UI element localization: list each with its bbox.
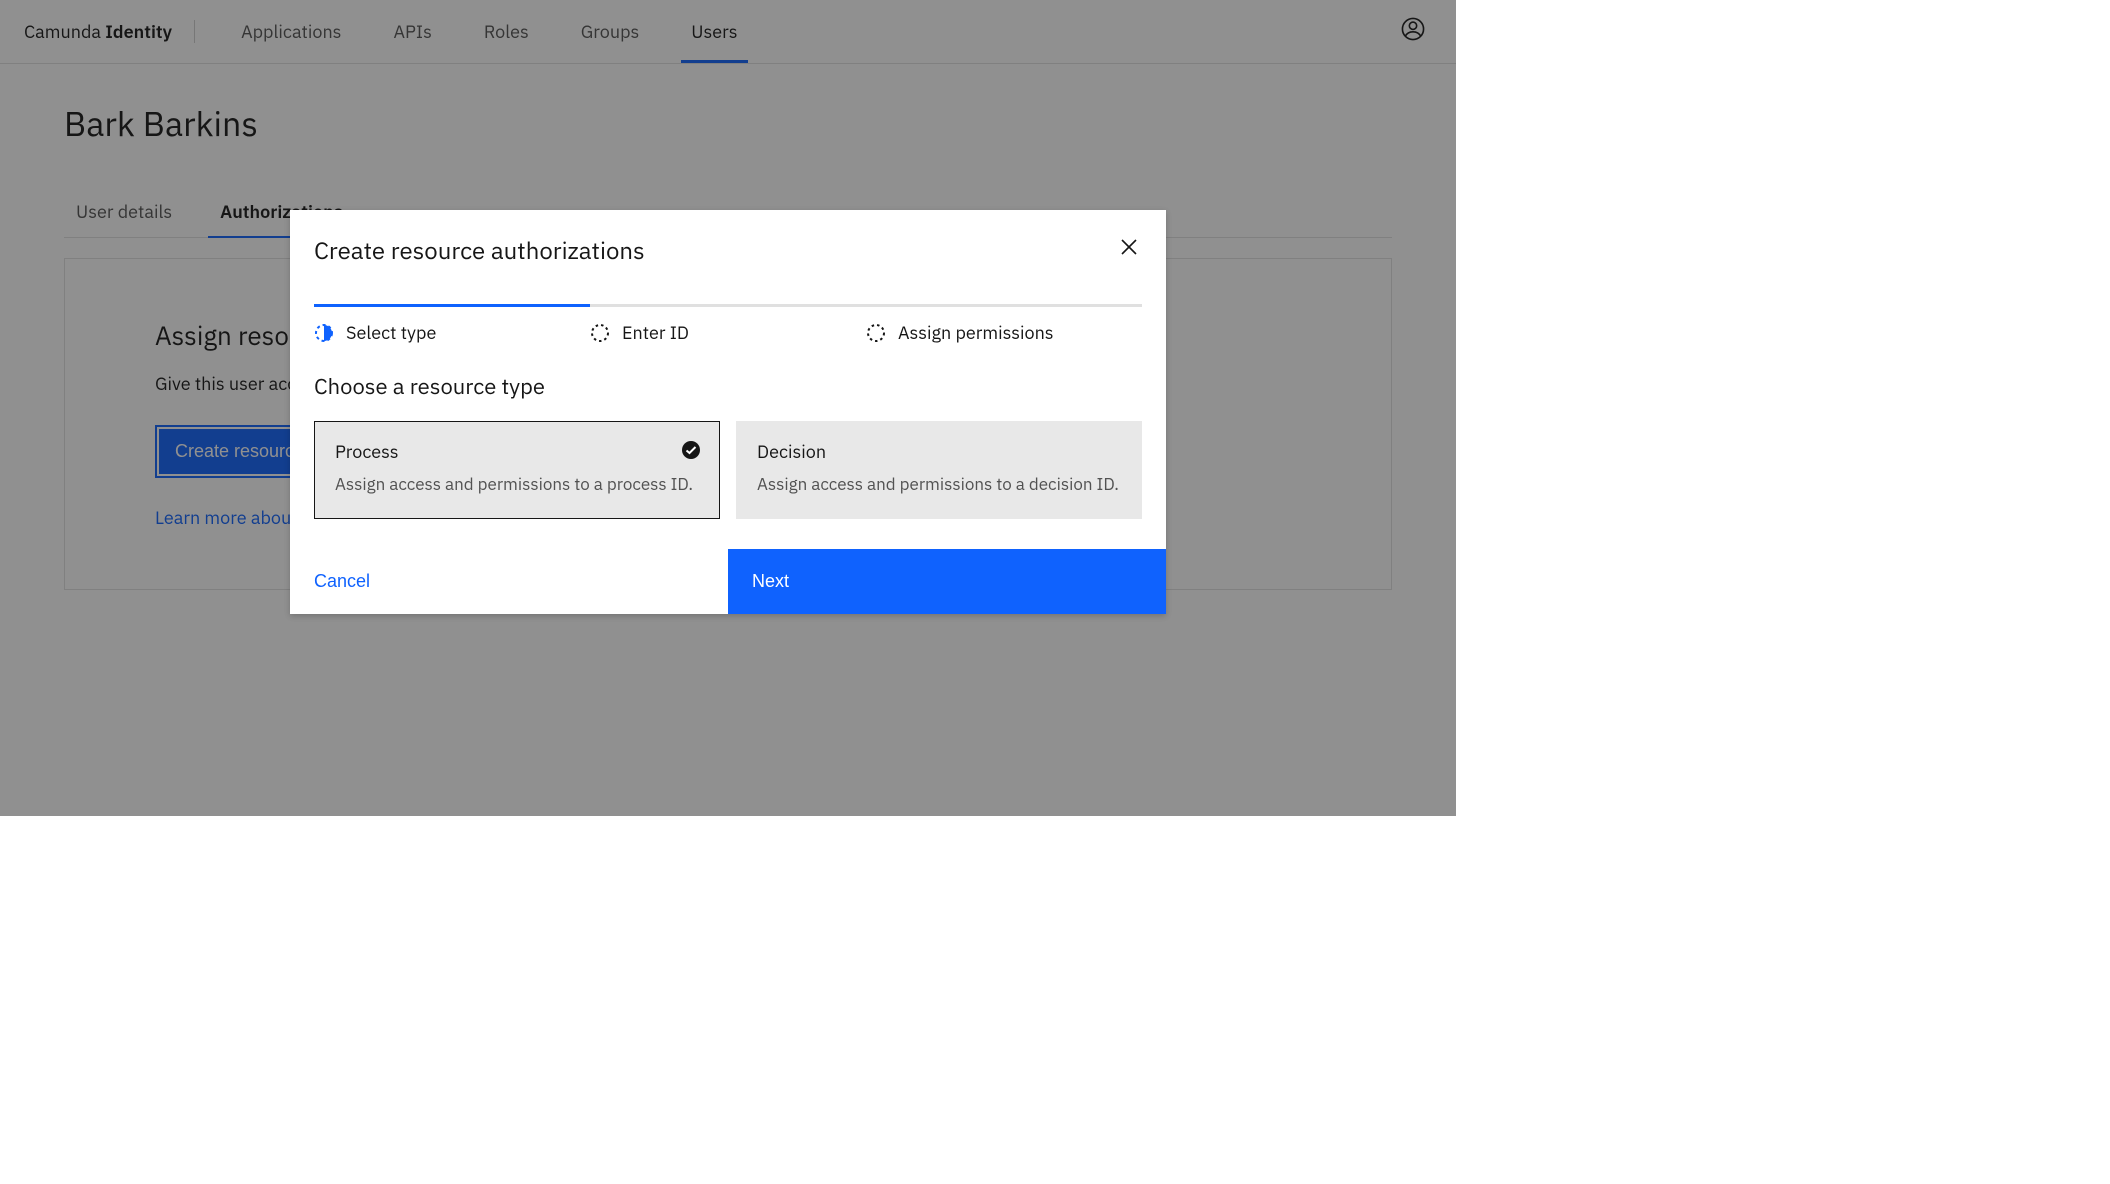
step-assign-permissions: Assign permissions [866,321,1142,344]
modal-title: Create resource authorizations [314,234,1116,266]
modal-subheading: Choose a resource type [314,372,1142,401]
step-label: Assign permissions [898,321,1054,344]
checkmark-icon [681,440,701,465]
tile-title: Process [335,440,699,463]
modal-body: Choose a resource type Process Assign ac… [290,344,1166,549]
tile-decision[interactable]: Decision Assign access and permissions t… [736,421,1142,519]
step-current-icon [314,323,334,343]
create-authorization-modal: Create resource authorizations Select ty… [290,210,1166,614]
cancel-button[interactable]: Cancel [290,549,728,614]
resource-type-tiles: Process Assign access and permissions to… [314,421,1142,519]
tile-process[interactable]: Process Assign access and permissions to… [314,421,720,519]
close-icon[interactable] [1116,234,1142,265]
tile-title: Decision [757,440,1121,463]
tile-description: Assign access and permissions to a decis… [757,473,1121,496]
modal-footer: Cancel Next [290,549,1166,614]
wizard-steps: Select type Enter ID Assign permissions [290,307,1166,344]
step-select-type: Select type [314,321,590,344]
modal-header: Create resource authorizations [290,210,1166,276]
progress-bar [314,304,1142,307]
tile-description: Assign access and permissions to a proce… [335,473,699,496]
step-label: Select type [346,321,436,344]
step-pending-icon [590,323,610,343]
step-label: Enter ID [622,321,689,344]
step-pending-icon [866,323,886,343]
step-enter-id: Enter ID [590,321,866,344]
progress-bar-fill [314,304,590,307]
next-button[interactable]: Next [728,549,1166,614]
